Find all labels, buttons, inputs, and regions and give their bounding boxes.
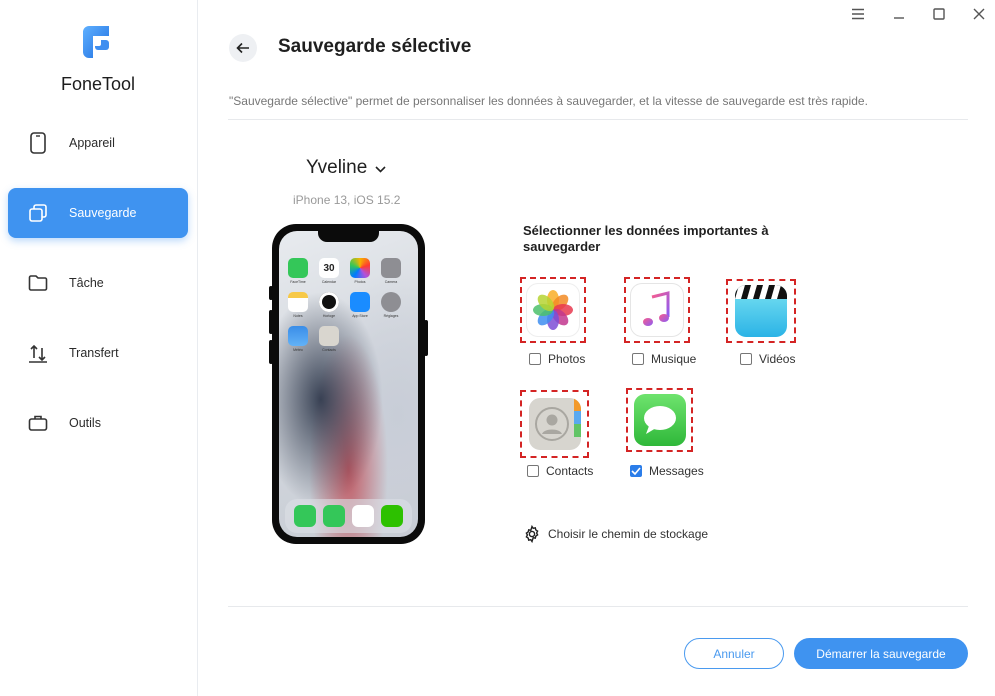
videos-tile[interactable] — [726, 279, 796, 343]
checkbox[interactable] — [740, 353, 752, 365]
chevron-down-icon — [375, 165, 386, 173]
page-description: "Sauvegarde sélective" permet de personn… — [229, 94, 868, 108]
music-label: Musique — [651, 352, 697, 366]
messages-tile[interactable] — [626, 388, 693, 452]
checkmark-icon — [631, 467, 641, 475]
backup-icon — [27, 202, 49, 224]
music-icon — [631, 284, 683, 336]
photos-checkbox[interactable]: Photos — [529, 352, 585, 366]
device-info: iPhone 13, iOS 15.2 — [293, 193, 401, 207]
music-checkbox[interactable]: Musique — [632, 352, 696, 366]
cancel-button[interactable]: Annuler — [684, 638, 784, 669]
photos-tile[interactable] — [520, 277, 586, 343]
contacts-label: Contacts — [546, 464, 594, 478]
checkbox[interactable] — [632, 353, 644, 365]
music-tile[interactable] — [624, 277, 690, 343]
checkbox[interactable] — [529, 353, 541, 365]
phone-icon — [27, 132, 49, 154]
photos-label: Photos — [548, 352, 586, 366]
sidebar-item-outils[interactable]: Outils — [8, 398, 188, 448]
phone-mockup: FaceTime 30 Calendar Photos Camera Notes … — [269, 224, 428, 544]
gear-icon — [525, 525, 539, 543]
sidebar-item-tache[interactable]: Tâche — [8, 258, 188, 308]
transfer-icon — [27, 342, 49, 364]
selection-title: Sélectionner les données importantes à s… — [523, 223, 769, 254]
phone-dock — [285, 499, 412, 533]
divider — [228, 119, 968, 120]
sidebar-item-transfert[interactable]: Transfert — [8, 328, 188, 378]
sidebar: FoneTool Appareil Sauvegarde Tâche Trans… — [0, 0, 198, 696]
arrow-left-icon — [236, 42, 249, 54]
videos-checkbox[interactable]: Vidéos — [740, 352, 795, 366]
home-screen-apps: FaceTime 30 Calendar Photos Camera Notes … — [288, 258, 412, 352]
fonetool-logo — [79, 24, 115, 60]
sidebar-item-label: Outils — [69, 416, 101, 430]
sidebar-item-appareil[interactable]: Appareil — [8, 118, 188, 168]
device-name: Yveline — [306, 157, 368, 178]
toolbox-icon — [27, 412, 49, 434]
divider — [228, 606, 968, 607]
back-button[interactable] — [229, 34, 257, 62]
device-selector[interactable]: Yveline — [306, 157, 386, 179]
close-icon[interactable] — [969, 4, 989, 24]
checkbox-checked[interactable] — [630, 465, 642, 477]
contacts-icon — [528, 398, 581, 450]
messages-label: Messages — [649, 464, 704, 478]
storage-path-label: Choisir le chemin de stockage — [548, 527, 709, 541]
page-title: Sauvegarde sélective — [278, 36, 472, 57]
photos-icon — [527, 284, 579, 336]
sidebar-item-label: Sauvegarde — [69, 206, 137, 220]
sidebar-item-label: Transfert — [69, 346, 119, 360]
folder-icon — [27, 272, 49, 294]
videos-label: Vidéos — [759, 352, 796, 366]
checkbox[interactable] — [527, 465, 539, 477]
app-name: FoneTool — [60, 74, 136, 94]
sidebar-item-label: Tâche — [69, 276, 104, 290]
start-backup-button[interactable]: Démarrer la sauvegarde — [794, 638, 968, 669]
messages-checkbox[interactable]: Messages — [630, 464, 704, 478]
videos-icon — [735, 285, 787, 337]
contacts-tile[interactable] — [520, 390, 589, 458]
maximize-icon[interactable] — [929, 4, 949, 24]
messages-icon — [633, 394, 686, 446]
sidebar-item-label: Appareil — [69, 136, 115, 150]
phone-screen: FaceTime 30 Calendar Photos Camera Notes … — [279, 231, 418, 537]
storage-path-link[interactable]: Choisir le chemin de stockage — [523, 525, 708, 543]
contacts-checkbox[interactable]: Contacts — [527, 464, 593, 478]
sidebar-item-sauvegarde[interactable]: Sauvegarde — [8, 188, 188, 238]
menu-icon[interactable] — [848, 4, 868, 24]
minimize-icon[interactable] — [889, 4, 909, 24]
